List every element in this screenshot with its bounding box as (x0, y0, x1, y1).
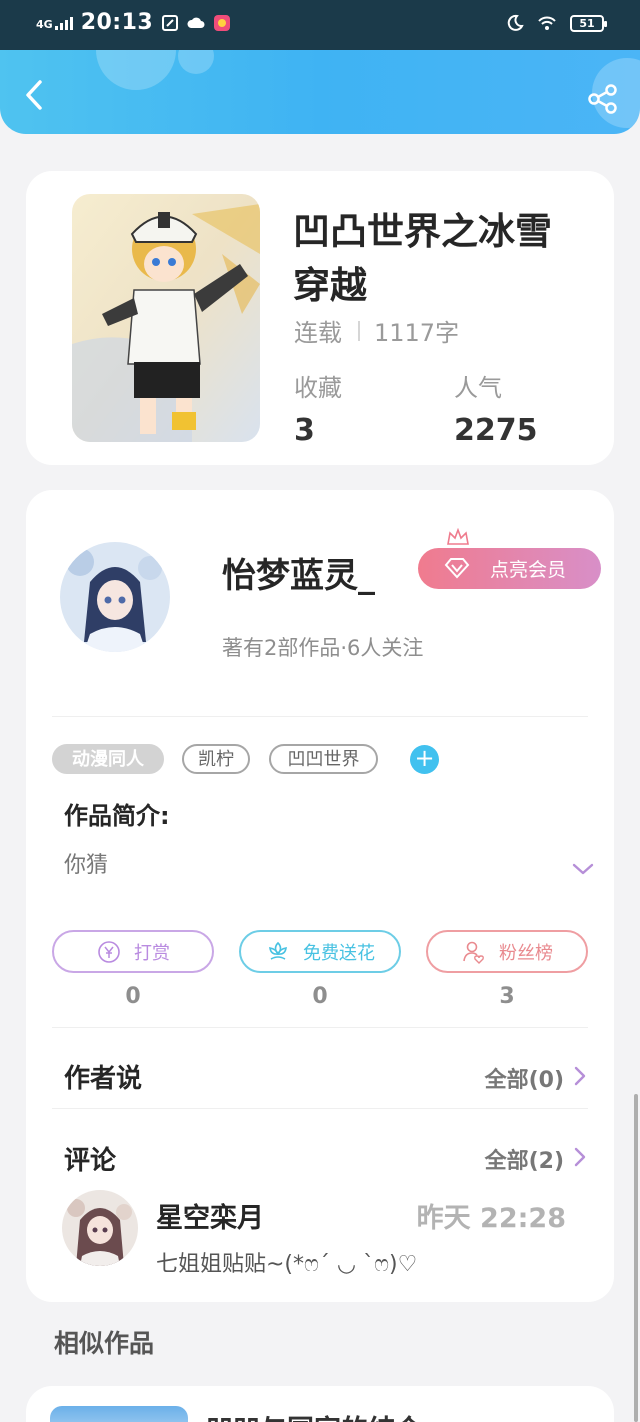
book-cover[interactable] (72, 194, 260, 442)
back-button[interactable] (18, 78, 52, 112)
author-details-card: 怡梦蓝灵_ 点亮会员 著有2部作品·6人关注 动漫同人 凯柠 凹凹世界 + 作品… (26, 490, 614, 1302)
diamond-icon (444, 558, 470, 579)
tag-item[interactable]: 凯柠 (182, 744, 250, 774)
clock: 20:13 (80, 10, 154, 35)
network-type: 4G (36, 17, 53, 31)
author-says-all-link[interactable]: 全部(0) (485, 1062, 564, 1094)
share-button[interactable] (586, 82, 620, 116)
scrollbar[interactable] (634, 1094, 638, 1422)
chevron-down-icon[interactable] (572, 862, 594, 876)
divider (52, 1108, 588, 1109)
commenter-avatar-illustration (62, 1190, 138, 1266)
flower-count: 0 (312, 984, 328, 1009)
flower-icon (269, 941, 287, 960)
similar-work-card[interactable]: 凹凹与国家的结合 (26, 1386, 614, 1422)
intro-label: 作品简介: (64, 802, 170, 830)
book-cover-illustration (72, 194, 260, 442)
status-bar: 4G 20:13 51 (0, 0, 640, 50)
book-title: 凹凸世界之冰雪穿越 (293, 210, 552, 307)
decor-bubble (96, 50, 176, 90)
similar-works-title: 相似作品 (54, 1329, 155, 1358)
fan-ranking-label: 粉丝榜 (499, 942, 553, 964)
similar-work-cover (50, 1406, 188, 1422)
battery-icon: 51 (570, 14, 607, 32)
tag-item[interactable]: 凹凹世界 (269, 744, 378, 774)
network-indicator: 4G (36, 16, 73, 30)
fan-ranking-button[interactable]: 粉丝榜 (426, 930, 588, 973)
divider (52, 716, 588, 717)
book-info-card: 凹凸世界之冰雪穿越 连载 1117字 收藏 3 人气 2275 (26, 171, 614, 465)
chevron-right-icon[interactable] (574, 1066, 586, 1086)
fan-count: 3 (499, 984, 515, 1009)
status-separator (358, 320, 360, 341)
author-says-title: 作者说 (64, 1064, 143, 1094)
reward-button[interactable]: 打赏 (52, 930, 214, 973)
comments-all-link[interactable]: 全部(2) (485, 1143, 564, 1175)
commenter-avatar[interactable] (62, 1190, 138, 1266)
fan-icon (463, 941, 484, 964)
crown-icon (447, 528, 469, 545)
reward-count: 0 (125, 984, 141, 1009)
add-tag-button[interactable]: + (410, 745, 439, 774)
top-header (0, 50, 640, 134)
favorites-label: 收藏 (294, 374, 342, 402)
free-flower-label: 免费送花 (303, 942, 375, 964)
author-avatar-illustration (60, 542, 170, 652)
vip-button-label: 点亮会员 (490, 559, 567, 581)
moon-icon (507, 14, 524, 31)
similar-cover-illustration (50, 1406, 188, 1422)
book-status-row: 连载 1117字 (294, 313, 459, 348)
chevron-right-icon[interactable] (574, 1147, 586, 1167)
serial-status: 连载 (294, 319, 342, 347)
tag-category[interactable]: 动漫同人 (52, 744, 164, 774)
decor-bubble (178, 50, 214, 74)
wifi-icon (538, 16, 556, 30)
author-name[interactable]: 怡梦蓝灵_ (222, 548, 375, 597)
reward-label: 打赏 (134, 942, 170, 964)
author-meta: 著有2部作品·6人关注 (222, 636, 424, 660)
intro-text: 你猜 (64, 853, 109, 878)
yen-icon (98, 940, 120, 963)
similar-work-title: 凹凹与国家的结合 (206, 1408, 422, 1422)
comments-title: 评论 (64, 1146, 117, 1176)
comment-text[interactable]: 七姐姐贴贴~(*ෆ´ ◡ `ෆ)♡ (156, 1246, 417, 1278)
screenshot-icon (162, 14, 179, 31)
signal-icon (54, 16, 73, 30)
free-flower-button[interactable]: 免费送花 (239, 930, 401, 973)
popularity-value: 2275 (454, 413, 538, 448)
app-notification-icon (214, 14, 231, 31)
popularity-label: 人气 (454, 374, 502, 402)
comment-timestamp: 昨天 22:28 (416, 1203, 566, 1234)
favorites-value: 3 (294, 413, 315, 448)
divider (52, 1027, 588, 1028)
commenter-name[interactable]: 星空栾月 (156, 1196, 264, 1235)
author-avatar[interactable] (60, 542, 170, 652)
vip-membership-button[interactable]: 点亮会员 (418, 548, 601, 589)
cloud-icon (187, 17, 205, 28)
word-count: 1117字 (374, 319, 460, 347)
